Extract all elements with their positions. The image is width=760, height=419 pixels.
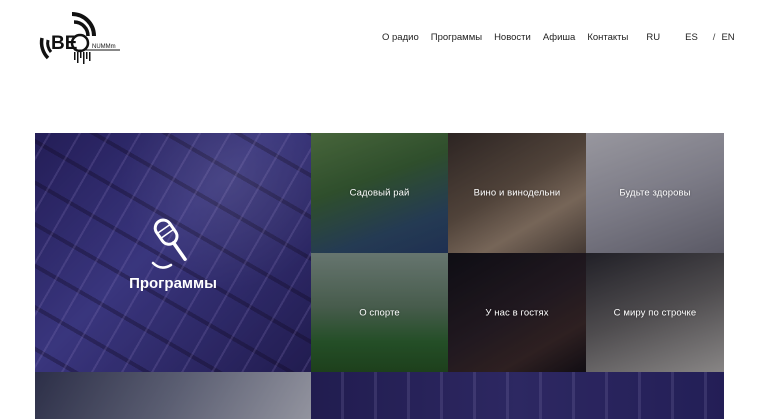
- tile-concert[interactable]: [311, 372, 724, 419]
- nav-item-about[interactable]: О радио: [382, 32, 419, 43]
- tile-label: Вино и винодельни: [473, 187, 561, 199]
- programs-grid: Программы Садовый рай Вино и винодельни …: [35, 133, 724, 419]
- lang-en[interactable]: EN: [721, 32, 734, 43]
- tile-world-line[interactable]: С миру по строчке: [586, 253, 724, 372]
- lang-ru[interactable]: RU: [646, 32, 660, 43]
- page: BE NUMMm О радио Программы Новости Афиша…: [0, 0, 760, 419]
- main-nav: О радио Программы Новости Афиша Контакты…: [382, 31, 735, 43]
- tile-label: О спорте: [359, 307, 400, 318]
- svg-text:BE: BE: [51, 33, 77, 54]
- lang-es[interactable]: ES: [685, 32, 698, 43]
- radio-waves-logo-icon: BE NUMMm: [39, 12, 120, 64]
- tile-label: Садовый рай: [349, 187, 410, 199]
- svg-text:NUMMm: NUMMm: [92, 44, 116, 50]
- nav-item-news[interactable]: Новости: [494, 32, 531, 43]
- tile-wine-wineries[interactable]: Вино и винодельни: [448, 133, 586, 253]
- nav-item-contacts[interactable]: Контакты: [587, 32, 628, 43]
- tile-be-healthy[interactable]: Будьте здоровы: [586, 133, 724, 253]
- programs-title: Программы: [129, 275, 217, 292]
- nav-item-events[interactable]: Афиша: [543, 32, 575, 43]
- nav-item-programs[interactable]: Программы: [431, 32, 482, 43]
- microphone-icon: [151, 218, 187, 269]
- programs-tile[interactable]: Программы: [35, 133, 311, 372]
- tile-garden-paradise[interactable]: Садовый рай: [311, 133, 448, 253]
- site-logo[interactable]: BE NUMMm: [34, 8, 122, 66]
- lang-separator: /: [712, 31, 716, 43]
- tile-our-guests[interactable]: У нас в гостях: [448, 253, 586, 372]
- tile-about-sport[interactable]: О спорте: [311, 253, 448, 372]
- tile-newspaper[interactable]: [35, 372, 311, 419]
- tile-label: У нас в гостях: [485, 307, 549, 318]
- tile-label: С миру по строчке: [613, 307, 697, 318]
- tile-label: Будьте здоровы: [619, 187, 691, 199]
